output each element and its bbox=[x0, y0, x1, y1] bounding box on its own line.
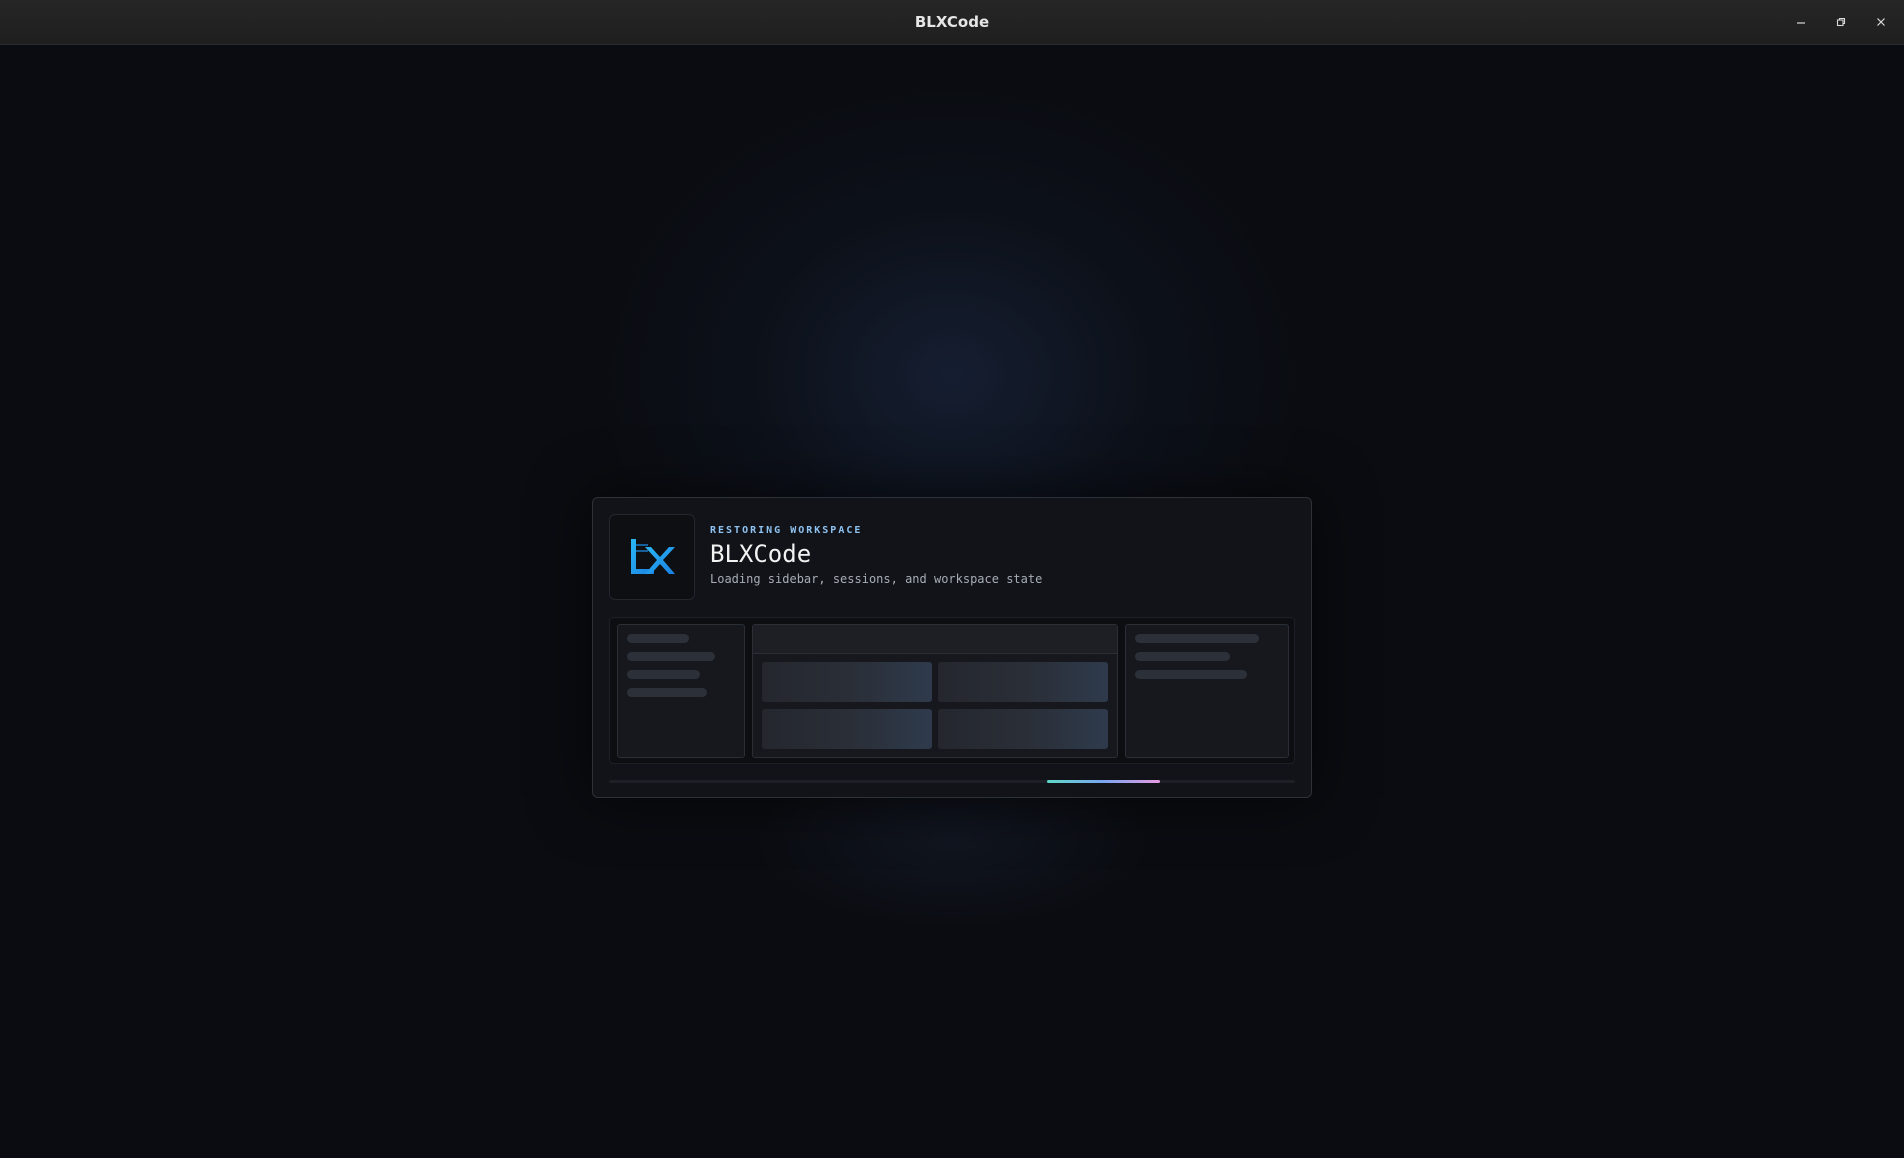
restore-button[interactable] bbox=[1825, 7, 1857, 37]
minimize-button[interactable] bbox=[1785, 7, 1817, 37]
skeleton-editor-header bbox=[753, 625, 1117, 654]
window-title: BLXCode bbox=[914, 13, 990, 31]
skeleton-line bbox=[1135, 670, 1247, 679]
loading-progress-track bbox=[609, 780, 1295, 783]
title-bar: BLXCode bbox=[0, 0, 1904, 45]
app-name-heading: BLXCode bbox=[710, 540, 812, 568]
skeleton-line bbox=[627, 634, 689, 643]
skeleton-line bbox=[627, 670, 700, 679]
skeleton-tile bbox=[938, 709, 1108, 749]
loading-screen: RESTORING WORKSPACE BLXCode Loading side… bbox=[0, 45, 1904, 1158]
minimize-icon bbox=[1797, 22, 1805, 24]
blx-logo-icon bbox=[631, 539, 675, 574]
close-button[interactable] bbox=[1865, 7, 1897, 37]
skeleton-panel bbox=[1125, 624, 1289, 758]
logo-container bbox=[609, 514, 695, 600]
loading-progress-indicator bbox=[1047, 780, 1160, 783]
app-window: BLXCode RESTORING WORKSPACE BLXCode Load… bbox=[0, 0, 1904, 1158]
skeleton-editor bbox=[752, 624, 1118, 758]
loading-subtitle: Loading sidebar, sessions, and workspace… bbox=[710, 572, 1043, 586]
skeleton-tile bbox=[938, 662, 1108, 702]
skeleton-sidebar bbox=[617, 624, 745, 758]
restore-icon bbox=[1836, 17, 1846, 27]
status-eyebrow: RESTORING WORKSPACE bbox=[710, 525, 863, 536]
loading-card: RESTORING WORKSPACE BLXCode Loading side… bbox=[592, 497, 1312, 798]
skeleton-line bbox=[627, 652, 715, 661]
skeleton-line bbox=[627, 688, 707, 697]
skeleton-line bbox=[1135, 634, 1259, 643]
skeleton-tile bbox=[762, 662, 932, 702]
skeleton-line bbox=[1135, 652, 1230, 661]
close-icon bbox=[1877, 18, 1885, 26]
skeleton-tile bbox=[762, 709, 932, 749]
workspace-skeleton bbox=[609, 617, 1295, 764]
